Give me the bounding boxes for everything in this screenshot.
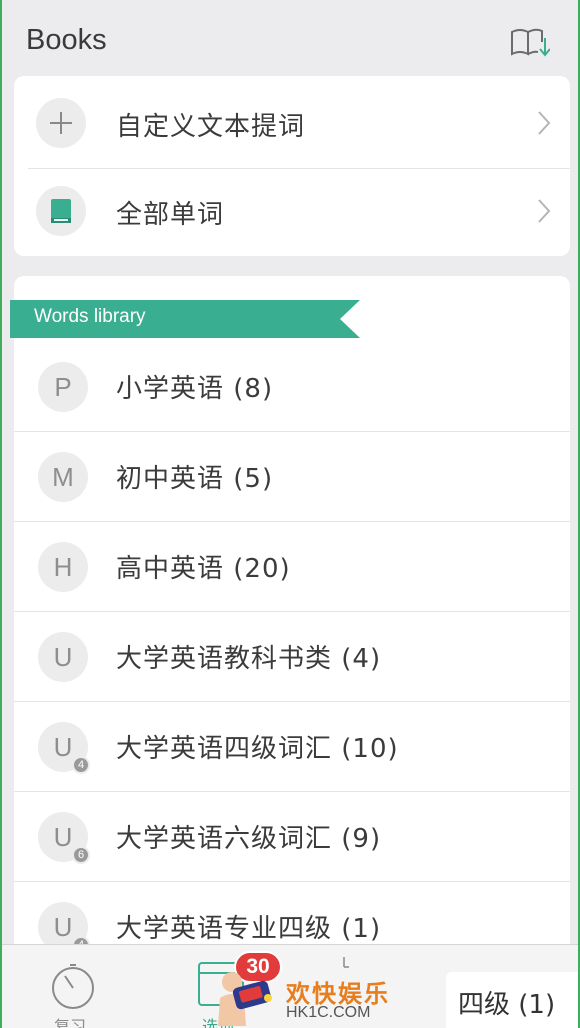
top-card: 自定义文本提词 全部单词 <box>14 76 570 256</box>
list-item-label: 大学英语四级词汇 (10) <box>116 734 399 764</box>
list-item[interactable]: U 大学英语教科书类 (4) <box>14 612 570 702</box>
letter-avatar: H <box>38 542 88 592</box>
level-popup[interactable]: 四级 (1) <box>446 972 578 1028</box>
stopwatch-icon[interactable] <box>48 961 98 1011</box>
list-item-label: 初中英语 (5) <box>116 464 274 494</box>
book-green-icon <box>36 186 86 236</box>
list-item[interactable]: P 小学英语 (8) <box>14 342 570 432</box>
list-item-label: 大学英语教科书类 (4) <box>116 644 382 674</box>
words-library-card: Words library P 小学英语 (8) M 初中英语 (5) H 高中… <box>10 276 570 1028</box>
list-item-label: 高中英语 (20) <box>116 554 291 584</box>
header: Books <box>2 0 578 78</box>
plus-icon <box>36 98 86 148</box>
popup-label: 四级 (1) <box>458 990 556 1020</box>
letter-avatar: M <box>38 452 88 502</box>
all-words-label: 全部单词 <box>116 200 225 230</box>
list-item-label: 小学英语 (8) <box>116 374 274 404</box>
list-item[interactable]: H 高中英语 (20) <box>14 522 570 612</box>
letter-avatar: P <box>38 362 88 412</box>
letter-avatar: U 4 <box>38 722 90 774</box>
watermark-domain: HK1C.COM <box>286 1004 371 1021</box>
letter-avatar: U <box>38 632 88 682</box>
tab-review[interactable]: 复习 <box>54 1013 86 1028</box>
list-item[interactable]: U 4 大学英语四级词汇 (10) <box>14 702 570 792</box>
custom-text-label: 自定义文本提词 <box>116 112 306 142</box>
level-badge: 4 <box>72 756 90 774</box>
book-download-icon[interactable] <box>510 26 550 58</box>
ribbon-label: Words library <box>34 306 146 327</box>
letter-avatar: U 6 <box>38 812 90 864</box>
watermark-logo-icon <box>218 972 272 1026</box>
list-item-label: 大学英语六级词汇 (9) <box>116 824 382 854</box>
chevron-right-icon <box>538 199 551 223</box>
chevron-right-icon <box>538 111 551 135</box>
list-item[interactable]: U 6 大学英语六级词汇 (9) <box>14 792 570 882</box>
page-title: Books <box>26 24 107 56</box>
custom-text-row[interactable]: 自定义文本提词 <box>14 78 570 168</box>
all-words-row[interactable]: 全部单词 <box>14 166 570 256</box>
tab-icon[interactable] <box>340 955 350 975</box>
list-item-label: 大学英语专业四级 (1) <box>116 914 382 944</box>
level-badge: 6 <box>72 846 90 864</box>
list-item[interactable]: M 初中英语 (5) <box>14 432 570 522</box>
